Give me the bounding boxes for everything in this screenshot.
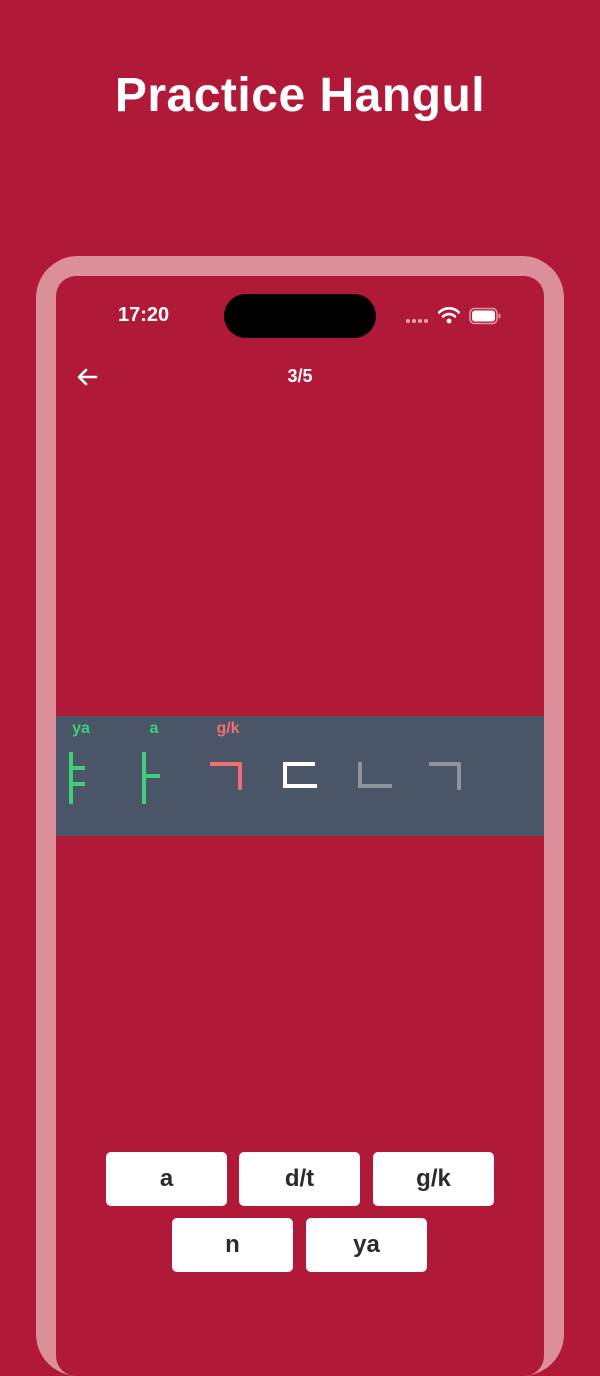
answer-button[interactable]: n xyxy=(172,1218,293,1272)
letter-slot: a xyxy=(122,716,186,836)
letter-glyph xyxy=(210,762,242,790)
answer-button[interactable]: g/k xyxy=(373,1152,494,1206)
letter-glyph xyxy=(142,752,160,804)
headline: Practice Hangul xyxy=(114,69,486,122)
cellular-signal-icon xyxy=(406,319,430,323)
phone-screen: 17:20 3/5 ya a g/k a d/t g/k n ya xyxy=(56,276,544,1376)
letter-romanization: g/k xyxy=(216,720,240,737)
letter-slot xyxy=(269,716,333,836)
letter-slot: g/k xyxy=(196,716,260,836)
letter-glyph xyxy=(429,762,461,790)
letter-glyph xyxy=(358,762,392,788)
answer-button[interactable]: a xyxy=(106,1152,227,1206)
status-time: 17:20 xyxy=(118,304,170,326)
dynamic-island xyxy=(224,294,376,338)
letter-band: ya a g/k xyxy=(56,716,544,836)
wifi-icon xyxy=(438,307,460,324)
letter-glyph xyxy=(69,752,85,804)
letter-slot xyxy=(415,716,479,836)
letter-romanization: a xyxy=(149,720,159,737)
answer-button[interactable]: ya xyxy=(306,1218,427,1272)
progress-counter: 3/5 xyxy=(287,366,313,386)
battery-icon xyxy=(469,307,501,325)
letter-slot xyxy=(342,716,406,836)
letter-slot: ya xyxy=(56,716,113,836)
letter-romanization: ya xyxy=(72,720,90,737)
answer-button[interactable]: d/t xyxy=(239,1152,360,1206)
letter-glyph xyxy=(283,762,317,788)
